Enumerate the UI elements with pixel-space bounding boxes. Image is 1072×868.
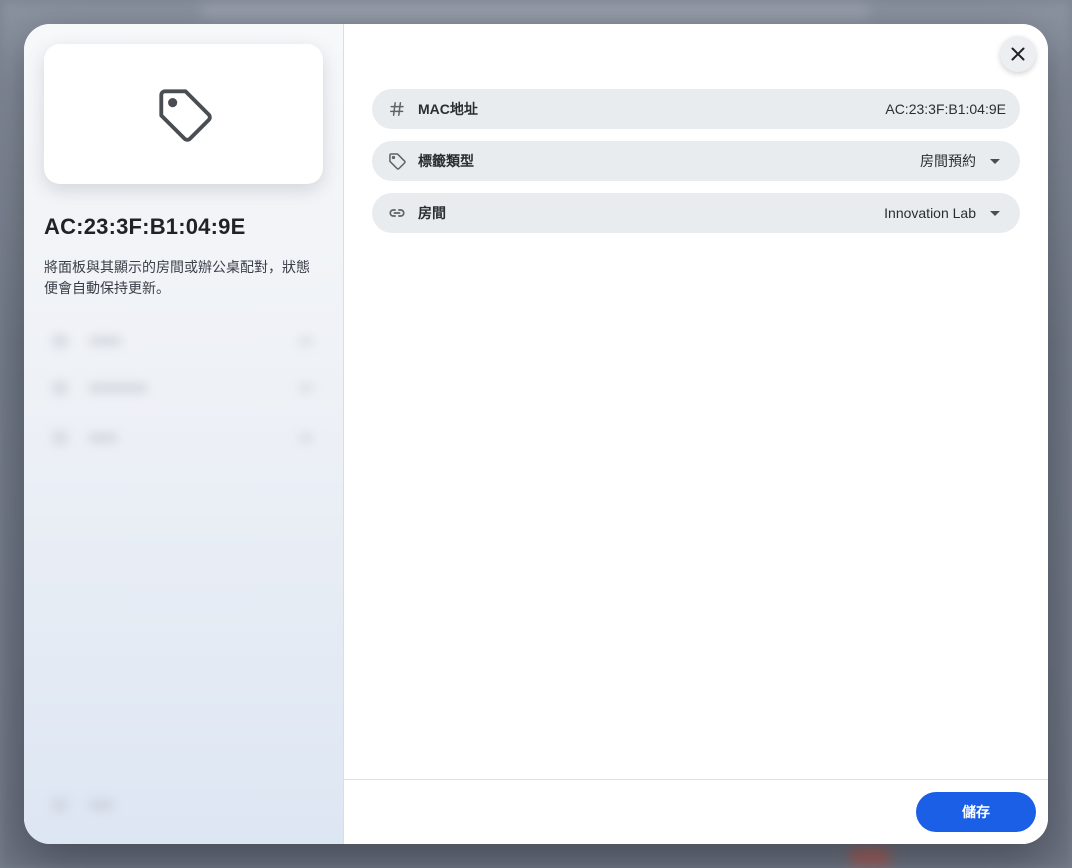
dialog-sidebar: AC:23:3F:B1:04:9E 將面板與其顯示的房間或辦公桌配對，狀態便會自… (24, 24, 344, 844)
hash-icon (388, 100, 406, 118)
chevron-down-icon (990, 210, 1000, 216)
tag-icon (158, 89, 212, 142)
tag-icon (388, 152, 406, 170)
tag-type-label: 標籤類型 (418, 153, 474, 169)
close-button[interactable] (1000, 36, 1036, 72)
chevron-down-icon (990, 158, 1000, 164)
tag-type-select[interactable]: 標籤類型 房間預約 (372, 141, 1020, 181)
tag-description: 將面板與其顯示的房間或辦公桌配對，狀態便會自動保持更新。 (44, 259, 310, 296)
background-toolbar (200, 4, 870, 18)
tag-preview-card (44, 44, 323, 184)
room-label: 房間 (418, 205, 446, 221)
close-icon (1011, 47, 1025, 61)
tag-title: AC:23:3F:B1:04:9E (44, 214, 246, 239)
blurred-row (52, 427, 314, 449)
dialog-main: MAC地址 AC:23:3F:B1:04:9E 標籤類型 房間預約 房間 Inn… (344, 24, 1048, 844)
pair-tag-dialog: AC:23:3F:B1:04:9E 將面板與其顯示的房間或辦公桌配對，狀態便會自… (24, 24, 1048, 844)
mac-address-label: MAC地址 (418, 101, 478, 117)
room-select[interactable]: 房間 Innovation Lab (372, 193, 1020, 233)
blurred-row (52, 377, 314, 399)
mac-address-field: MAC地址 AC:23:3F:B1:04:9E (372, 89, 1020, 129)
blurred-row (52, 794, 314, 816)
blurred-row (52, 330, 314, 352)
background-badge (850, 848, 890, 866)
tag-type-value: 房間預約 (920, 153, 976, 169)
mac-address-value: AC:23:3F:B1:04:9E (885, 101, 1006, 117)
save-button[interactable]: 儲存 (916, 792, 1036, 832)
room-value: Innovation Lab (884, 205, 976, 221)
dialog-footer: 儲存 (344, 779, 1048, 844)
link-icon (388, 204, 406, 222)
